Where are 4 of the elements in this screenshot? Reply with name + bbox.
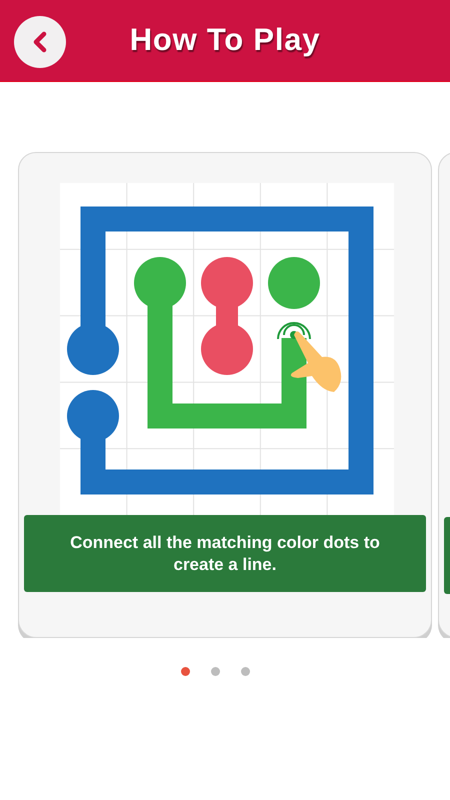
back-icon — [33, 31, 47, 53]
screen-title: How To Play — [130, 21, 320, 60]
back-button[interactable] — [14, 16, 66, 68]
instruction-banner: Connect all the matching color dots to create a line. — [24, 515, 426, 592]
